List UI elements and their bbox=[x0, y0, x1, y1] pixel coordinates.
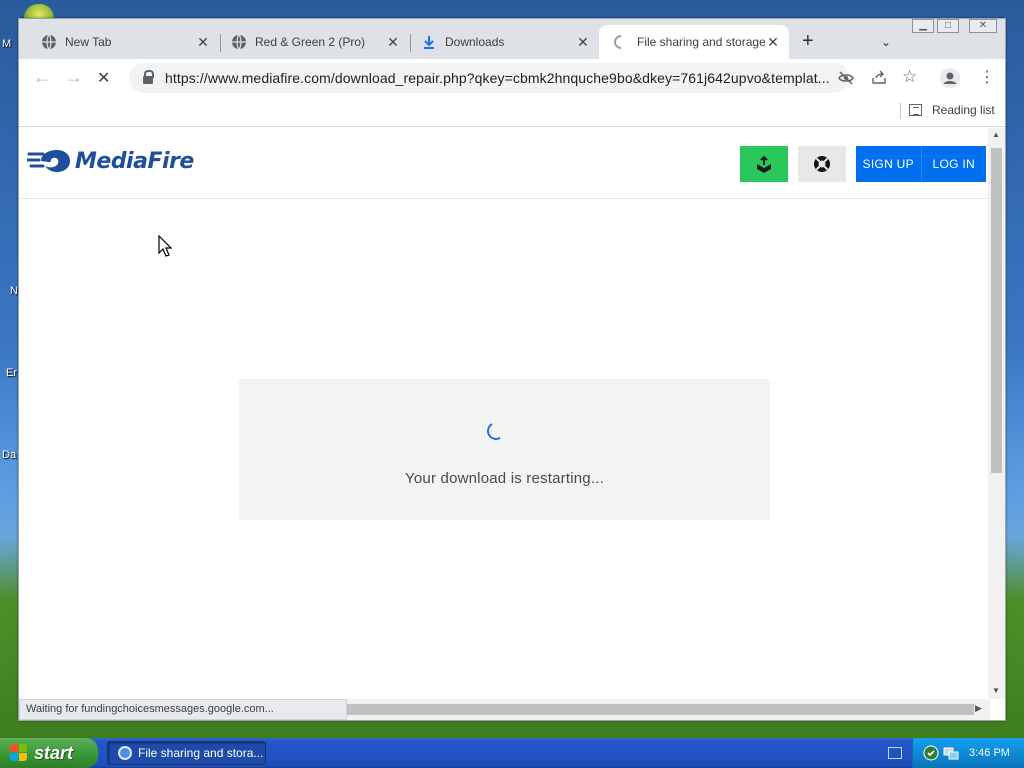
site-header: MediaFire SIGN UP LOG IN bbox=[19, 128, 989, 199]
tab-title: New Tab bbox=[65, 35, 112, 49]
browser-toolbar: ← → ✕ https://www.mediafire.com/download… bbox=[19, 59, 1005, 97]
desktop-label[interactable]: Da bbox=[2, 449, 16, 461]
system-tray: 3:46 PM bbox=[912, 738, 1024, 768]
system-clock[interactable]: 3:46 PM bbox=[969, 747, 1010, 759]
upload-tray-icon bbox=[757, 155, 771, 173]
support-button[interactable] bbox=[798, 146, 846, 182]
start-button[interactable]: start bbox=[0, 738, 98, 768]
reading-list-icon bbox=[909, 104, 922, 116]
share-icon[interactable] bbox=[871, 70, 887, 85]
browser-window: New Tab ✕ Red & Green 2 (Pro) ✕ Download… bbox=[18, 18, 1006, 721]
close-tab-icon[interactable]: ✕ bbox=[575, 34, 591, 51]
upload-button[interactable] bbox=[740, 146, 788, 182]
mediafire-flame-icon bbox=[27, 150, 70, 172]
sign-up-button[interactable]: SIGN UP bbox=[856, 146, 921, 182]
tab-title: Downloads bbox=[445, 35, 505, 49]
start-label: start bbox=[34, 742, 74, 763]
taskbar-window-label: File sharing and stora... bbox=[138, 746, 264, 760]
bookmarks-separator bbox=[900, 103, 901, 119]
forward-arrow-icon[interactable]: → bbox=[65, 67, 83, 88]
bookmark-star-icon[interactable]: ☆ bbox=[902, 67, 917, 87]
back-arrow-icon[interactable]: ← bbox=[33, 67, 51, 88]
taskbar: start File sharing and stora... 3:46 PM bbox=[0, 738, 1024, 768]
status-bubble: Waiting for fundingchoicesmessages.googl… bbox=[19, 699, 347, 720]
tab-strip: New Tab ✕ Red & Green 2 (Pro) ✕ Download… bbox=[19, 19, 1005, 59]
loading-spinner-icon bbox=[484, 419, 508, 443]
scroll-up-arrow-icon[interactable]: ▲ bbox=[992, 130, 1000, 139]
close-window-button[interactable]: ✕ bbox=[969, 19, 997, 33]
globe-icon bbox=[232, 34, 246, 50]
reading-list-button[interactable]: Reading list bbox=[909, 103, 995, 117]
bookmarks-bar: Reading list bbox=[19, 97, 1005, 127]
page-content: MediaFire SIGN UP LOG IN Your download i… bbox=[19, 128, 989, 699]
tab-new-tab[interactable]: New Tab ✕ bbox=[27, 25, 219, 59]
scroll-right-arrow-icon[interactable]: ▶ bbox=[975, 703, 982, 714]
network-icon[interactable] bbox=[943, 745, 959, 761]
url-text[interactable]: https://www.mediafire.com/download_repai… bbox=[165, 70, 831, 86]
minimize-button[interactable]: ▁ bbox=[912, 19, 934, 33]
tab-mediafire[interactable]: File sharing and storage m ✕ bbox=[599, 25, 789, 59]
close-tab-icon[interactable]: ✕ bbox=[195, 34, 211, 51]
chrome-icon bbox=[118, 746, 132, 760]
reading-list-label: Reading list bbox=[932, 103, 995, 117]
taskbar-window-button[interactable]: File sharing and stora... bbox=[107, 741, 266, 765]
stop-loading-icon[interactable]: ✕ bbox=[97, 68, 110, 88]
desktop-label[interactable]: Er bbox=[6, 367, 17, 379]
auth-button-group: SIGN UP LOG IN bbox=[856, 146, 986, 182]
desktop-label[interactable]: N bbox=[10, 285, 18, 297]
keyboard-layout-icon[interactable] bbox=[888, 747, 902, 759]
tab-title: Red & Green 2 (Pro) bbox=[255, 35, 366, 49]
profile-avatar-icon[interactable] bbox=[940, 68, 960, 88]
tab-downloads[interactable]: Downloads ✕ bbox=[407, 25, 599, 59]
windows-flag-icon bbox=[10, 744, 28, 762]
horizontal-scroll-thumb[interactable] bbox=[347, 704, 974, 715]
desktop-label[interactable]: M bbox=[2, 38, 11, 50]
loading-icon bbox=[614, 35, 622, 49]
security-shield-icon[interactable] bbox=[923, 745, 939, 761]
vertical-scroll-thumb[interactable] bbox=[991, 148, 1002, 473]
close-tab-icon[interactable]: ✕ bbox=[385, 34, 401, 51]
tab-search-chevron-icon[interactable]: ⌄ bbox=[881, 35, 891, 49]
log-in-button[interactable]: LOG IN bbox=[920, 146, 987, 182]
desktop-icon[interactable] bbox=[24, 4, 54, 18]
tab-title: File sharing and storage m bbox=[637, 35, 765, 49]
new-tab-button[interactable]: + bbox=[802, 31, 814, 51]
vertical-scrollbar[interactable]: ▲ ▼ bbox=[988, 128, 1005, 699]
lifebuoy-icon bbox=[814, 156, 830, 172]
download-restarting-message: Your download is restarting... bbox=[405, 470, 604, 487]
scroll-down-arrow-icon[interactable]: ▼ bbox=[992, 686, 1000, 695]
download-icon bbox=[424, 36, 434, 49]
globe-icon bbox=[42, 34, 56, 50]
tab-red-green[interactable]: Red & Green 2 (Pro) ✕ bbox=[217, 25, 409, 59]
download-status-panel: Your download is restarting... bbox=[239, 379, 770, 520]
address-bar[interactable]: https://www.mediafire.com/download_repai… bbox=[129, 63, 849, 93]
close-tab-icon[interactable]: ✕ bbox=[765, 34, 781, 51]
maximize-button[interactable]: □ bbox=[937, 19, 959, 33]
logo-text: MediaFire bbox=[75, 148, 194, 174]
eye-slash-icon[interactable] bbox=[838, 71, 854, 85]
lock-icon[interactable] bbox=[143, 70, 154, 84]
menu-kebab-icon[interactable]: ⋮ bbox=[979, 67, 995, 87]
mediafire-logo[interactable]: MediaFire bbox=[27, 148, 194, 174]
mouse-cursor-icon bbox=[158, 235, 172, 257]
